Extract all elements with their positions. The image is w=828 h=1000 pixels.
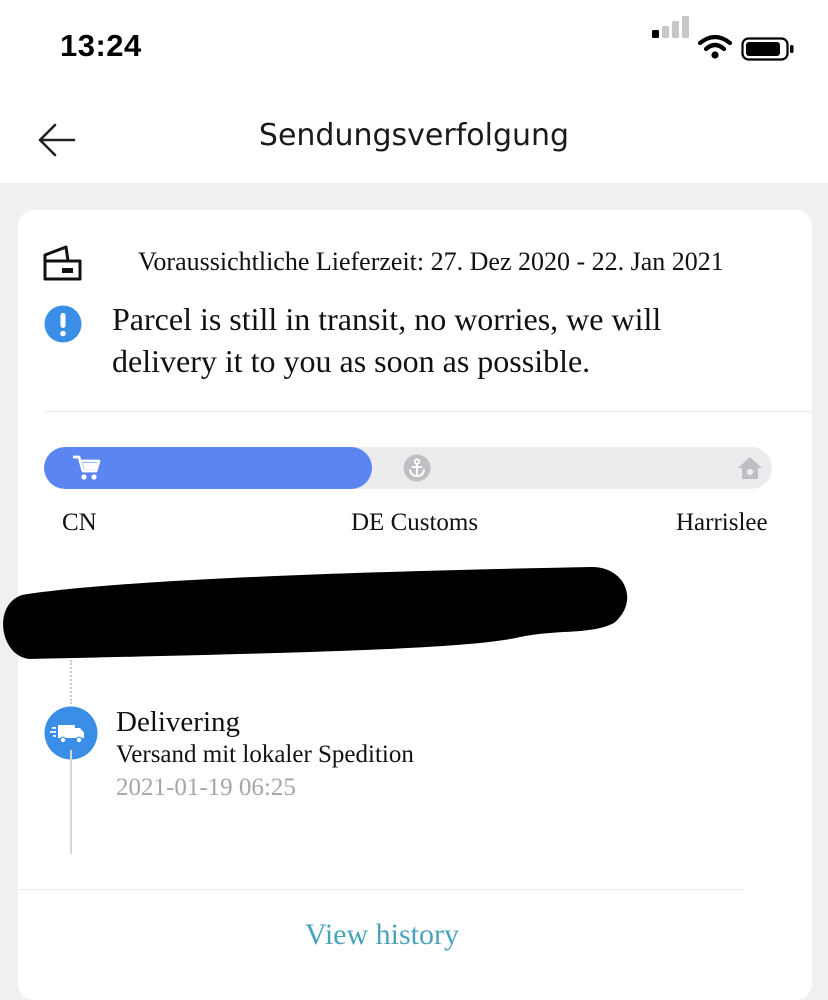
- stage-label-customs: DE Customs: [351, 509, 479, 536]
- stage-label-origin: CN: [62, 509, 97, 536]
- anchor-icon: [403, 454, 431, 482]
- timeline-line: [70, 750, 72, 854]
- shipment-progress-bar: [44, 447, 772, 489]
- wifi-icon: [698, 34, 732, 59]
- divider: [44, 411, 812, 412]
- event-timestamp: 2021-01-19 06:25: [116, 774, 296, 801]
- timeline-dashed-connector: [70, 660, 72, 704]
- status-time: 13:24: [60, 28, 142, 63]
- divider: [18, 889, 744, 890]
- battery-icon: [741, 37, 794, 61]
- transit-notice: Parcel is still in transit, no worries, …: [112, 301, 662, 379]
- navigation-bar: Sendungsverfolgung: [0, 95, 828, 183]
- status-bar: 13:24: [0, 0, 828, 95]
- page-title: Sendungsverfolgung: [258, 118, 570, 153]
- parcel-card-icon: [43, 245, 82, 281]
- view-history-link[interactable]: View history: [18, 918, 746, 952]
- exclamation-circle-icon: [44, 305, 82, 343]
- stage-label-destination: Harrislee: [676, 509, 768, 536]
- tracking-card: Voraussichtliche Lieferzeit: 27. Dez 202…: [3, 210, 812, 1000]
- event-title: Delivering: [116, 706, 241, 738]
- shopping-cart-icon: [73, 455, 101, 480]
- redaction-mark: [3, 567, 628, 659]
- event-description: Versand mit lokaler Spedition: [116, 741, 414, 768]
- home-icon: [738, 457, 762, 479]
- estimated-delivery-text: Voraussichtliche Lieferzeit: 27. Dez 202…: [138, 247, 724, 276]
